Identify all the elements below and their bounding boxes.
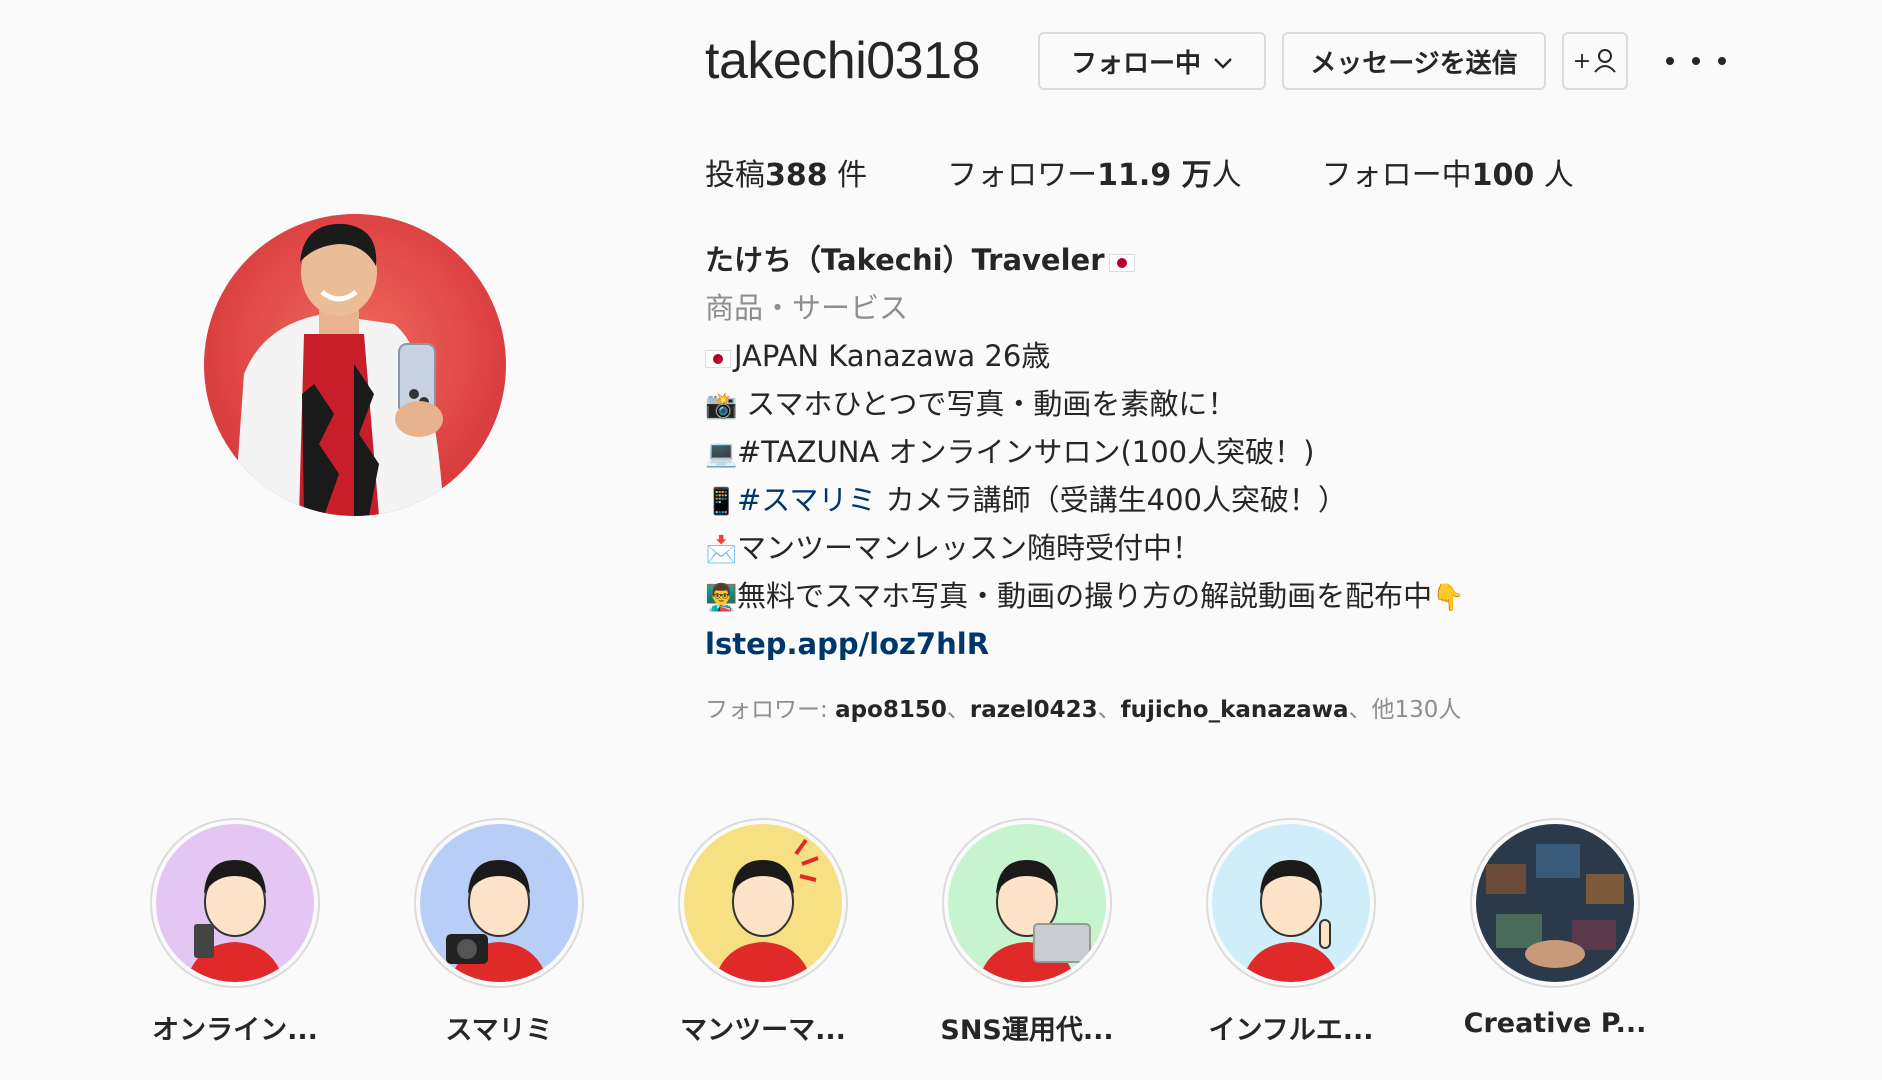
japan-flag-icon	[1108, 254, 1135, 272]
profile-header: takechi0318 フォロー中 メッセージを送信 +	[705, 30, 1726, 92]
suggested-users-button[interactable]: +	[1561, 32, 1628, 90]
more-options-icon[interactable]	[1665, 41, 1726, 81]
highlight-label: オンライン...	[152, 1015, 318, 1046]
laptop-icon: 💻	[705, 439, 738, 469]
followed-by[interactable]: フォロワー: apo8150、razel0423、fujicho_kanazaw…	[705, 690, 1461, 724]
send-message-button[interactable]: メッセージを送信	[1281, 32, 1546, 90]
add-user-icon: +	[1573, 48, 1617, 74]
highlight-cover	[948, 824, 1106, 982]
highlight-cover	[420, 824, 578, 982]
avatar-photo	[204, 214, 506, 516]
posts-count: 投稿388 件	[705, 158, 868, 193]
following-button-label: フォロー中	[1070, 48, 1201, 79]
bio-name: たけち（Takechi）Traveler	[705, 236, 1805, 284]
highlight-ring	[678, 818, 848, 988]
bio-line-salon: 💻#TAZUNA オンラインサロン(100人突破！)	[705, 428, 1805, 476]
highlight-label: インフルエ...	[1208, 1015, 1374, 1046]
profile-avatar[interactable]	[204, 214, 506, 516]
highlight-item[interactable]: マンツーマ...	[678, 818, 848, 1047]
bio-external-link[interactable]: lstep.app/loz7hlR	[705, 627, 989, 661]
highlight-ring	[414, 818, 584, 988]
highlight-ring	[1470, 818, 1640, 988]
highlight-ring	[150, 818, 320, 988]
japan-flag-icon	[705, 350, 731, 368]
highlight-label: スマリミ	[445, 1015, 553, 1046]
highlight-cover	[156, 824, 314, 982]
highlight-ring	[942, 818, 1112, 988]
follower-username[interactable]: fujicho_kanazawa	[1121, 697, 1349, 723]
highlight-label: Creative P...	[1463, 1008, 1647, 1039]
highlight-ring	[1206, 818, 1376, 988]
bio-link-row: lstep.app/loz7hlR	[705, 620, 1805, 668]
highlight-item[interactable]: Creative P...	[1464, 818, 1646, 1047]
highlight-cover	[684, 824, 842, 982]
mail-icon: 📩	[705, 535, 738, 565]
profile-bio: たけち（Takechi）Traveler 商品・サービス JAPAN Kanaz…	[705, 236, 1805, 668]
highlight-item[interactable]: オンライン...	[150, 818, 320, 1047]
bio-line-private: 📩マンツーマンレッスン随時受付中！	[705, 524, 1805, 572]
follower-username[interactable]: razel0423	[970, 697, 1098, 723]
highlight-cover	[1212, 824, 1370, 982]
highlight-label: マンツーマ...	[680, 1015, 846, 1046]
following-button[interactable]: フォロー中	[1037, 32, 1266, 90]
teacher-icon: 👨‍🏫	[705, 583, 738, 613]
chevron-down-icon	[1213, 46, 1233, 76]
bio-line-location: JAPAN Kanazawa 26歳	[705, 332, 1805, 380]
highlight-item[interactable]: インフルエ...	[1206, 818, 1376, 1047]
bio-category: 商品・サービス	[705, 291, 909, 325]
highlight-item[interactable]: SNS運用代...	[940, 818, 1114, 1047]
highlight-cover	[1476, 824, 1634, 982]
username: takechi0318	[705, 32, 980, 90]
story-highlights: オンライン... スマリミ マンツーマ... SNS運用代... インフルエ..…	[150, 818, 1734, 1047]
highlight-item[interactable]: スマリミ	[414, 818, 584, 1047]
followers-link[interactable]: フォロワー11.9 万人	[947, 150, 1241, 194]
phone-icon: 📱	[705, 487, 738, 517]
camera-flash-icon: 📸	[705, 391, 738, 421]
highlight-label: SNS運用代...	[940, 1015, 1114, 1046]
profile-stats: 投稿388 件 フォロワー11.9 万人 フォロー中100 人	[705, 150, 1654, 194]
pointing-down-icon: 👇	[1432, 583, 1465, 613]
bio-line-free-video: 👨‍🏫無料でスマホ写真・動画の撮り方の解説動画を配布中👇	[705, 572, 1805, 620]
follower-username[interactable]: apo8150	[835, 697, 947, 723]
following-link[interactable]: フォロー中100 人	[1322, 150, 1574, 194]
add-user-plus: +	[1572, 48, 1592, 74]
bio-line-lessons: 📱#スマリミ カメラ講師（受講生400人突破！）	[705, 476, 1805, 524]
hashtag-sumarimi[interactable]: #スマリミ	[737, 483, 876, 517]
bio-line-photo: 📸 スマホひとつで写真・動画を素敵に！	[705, 380, 1805, 428]
